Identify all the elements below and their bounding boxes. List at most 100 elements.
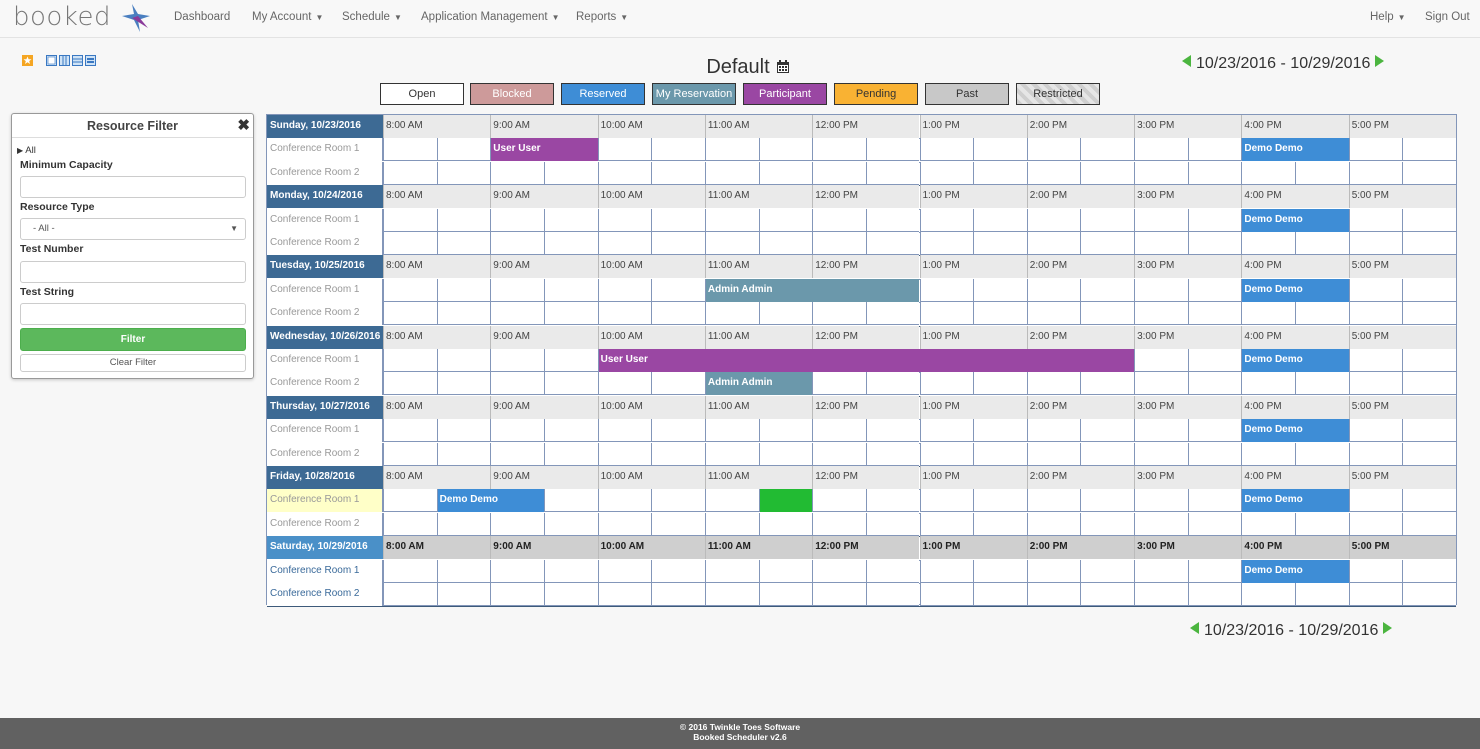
time-slot[interactable] — [1187, 161, 1242, 185]
time-slot[interactable] — [704, 208, 759, 232]
time-slot[interactable] — [543, 512, 598, 536]
time-slot[interactable] — [1187, 208, 1242, 232]
resource-name[interactable]: Conference Room 2 — [267, 512, 383, 536]
time-slot[interactable] — [543, 232, 598, 255]
time-slot[interactable] — [865, 442, 920, 466]
time-slot[interactable] — [1295, 161, 1349, 185]
time-slot[interactable] — [1026, 278, 1081, 302]
reservation-block[interactable]: Demo Demo — [1242, 278, 1349, 302]
time-slot[interactable] — [1080, 559, 1135, 583]
time-slot[interactable] — [651, 302, 705, 326]
time-slot[interactable] — [812, 512, 866, 536]
time-slot[interactable] — [973, 583, 1027, 606]
time-slot[interactable] — [1241, 372, 1296, 396]
time-slot[interactable] — [919, 208, 974, 232]
time-slot[interactable] — [865, 489, 920, 513]
time-slot[interactable] — [597, 559, 652, 583]
time-slot[interactable] — [1402, 489, 1456, 513]
time-slot[interactable] — [812, 138, 866, 162]
time-slot[interactable] — [973, 559, 1027, 583]
time-slot[interactable] — [1187, 489, 1242, 513]
time-slot[interactable] — [651, 442, 705, 466]
time-slot[interactable] — [758, 512, 813, 536]
time-slot[interactable] — [812, 442, 866, 466]
time-slot[interactable] — [973, 138, 1027, 162]
time-slot[interactable] — [973, 489, 1027, 513]
time-slot[interactable] — [1187, 349, 1242, 372]
time-slot[interactable] — [1080, 302, 1135, 326]
time-slot[interactable] — [1295, 442, 1349, 466]
time-slot[interactable] — [1134, 138, 1188, 162]
time-slot[interactable] — [436, 559, 491, 583]
next-week-icon[interactable] — [1375, 55, 1385, 67]
time-slot[interactable] — [1026, 372, 1081, 396]
time-slot[interactable] — [865, 208, 920, 232]
resource-name[interactable]: Conference Room 2 — [267, 302, 383, 326]
nav-reports[interactable]: Reports ▼ — [576, 11, 628, 23]
time-slot[interactable] — [758, 583, 813, 606]
time-slot[interactable] — [973, 302, 1027, 326]
time-slot[interactable] — [383, 138, 437, 162]
time-slot[interactable] — [1348, 232, 1403, 255]
time-slot[interactable] — [1080, 138, 1135, 162]
reservation-block[interactable]: User User — [598, 349, 1135, 372]
time-slot[interactable] — [1026, 208, 1081, 232]
nav-help[interactable]: Help ▼ — [1370, 11, 1406, 23]
resource-name[interactable]: Conference Room 2 — [267, 372, 383, 396]
time-slot[interactable] — [1402, 232, 1456, 255]
time-slot[interactable] — [1080, 442, 1135, 466]
time-slot[interactable] — [1187, 559, 1242, 583]
time-slot[interactable] — [865, 138, 920, 162]
time-slot[interactable] — [543, 372, 598, 396]
time-slot[interactable] — [758, 232, 813, 255]
time-slot[interactable] — [1026, 583, 1081, 606]
resource-name[interactable]: Conference Room 1 — [267, 138, 383, 162]
time-slot[interactable] — [758, 442, 813, 466]
time-slot[interactable] — [1402, 302, 1456, 326]
time-slot[interactable] — [1241, 442, 1296, 466]
time-slot[interactable] — [436, 349, 491, 372]
time-slot[interactable] — [1134, 583, 1188, 606]
time-slot[interactable] — [651, 559, 705, 583]
clear-filter-button[interactable]: Clear Filter — [20, 354, 246, 372]
time-slot[interactable] — [919, 489, 974, 513]
time-slot[interactable] — [490, 302, 544, 326]
time-slot[interactable] — [383, 512, 437, 536]
time-slot[interactable] — [973, 278, 1027, 302]
time-slot[interactable] — [436, 512, 491, 536]
time-slot[interactable] — [490, 278, 544, 302]
time-slot[interactable] — [1187, 232, 1242, 255]
time-slot[interactable] — [973, 372, 1027, 396]
test-string-input[interactable] — [20, 303, 246, 325]
resource-name[interactable]: Conference Room 2 — [267, 232, 383, 255]
time-slot[interactable] — [919, 442, 974, 466]
time-slot[interactable] — [597, 278, 652, 302]
time-slot[interactable] — [1134, 232, 1188, 255]
resource-name[interactable]: Conference Room 2 — [267, 583, 383, 606]
time-slot[interactable] — [1187, 302, 1242, 326]
time-slot[interactable] — [543, 442, 598, 466]
reservation-block[interactable]: Admin Admin — [705, 372, 813, 396]
time-slot[interactable] — [436, 208, 491, 232]
time-slot[interactable] — [1080, 232, 1135, 255]
time-slot[interactable] — [973, 442, 1027, 466]
reservation-block[interactable]: Demo Demo — [1242, 419, 1349, 443]
time-slot[interactable] — [919, 559, 974, 583]
time-slot[interactable] — [1241, 512, 1296, 536]
time-slot[interactable] — [704, 583, 759, 606]
time-slot[interactable] — [1348, 489, 1403, 513]
time-slot[interactable] — [1187, 138, 1242, 162]
time-slot[interactable] — [597, 208, 652, 232]
time-slot[interactable] — [919, 419, 974, 443]
time-slot[interactable] — [812, 232, 866, 255]
time-slot[interactable] — [919, 372, 974, 396]
time-slot[interactable] — [1348, 583, 1403, 606]
time-slot[interactable] — [597, 302, 652, 326]
resource-name[interactable]: Conference Room 1 — [267, 419, 383, 443]
time-slot[interactable] — [812, 161, 866, 185]
time-slot[interactable] — [1134, 489, 1188, 513]
time-slot[interactable] — [651, 583, 705, 606]
time-slot[interactable] — [436, 442, 491, 466]
reservation-block[interactable]: Demo Demo — [437, 489, 544, 513]
time-slot[interactable] — [919, 302, 974, 326]
